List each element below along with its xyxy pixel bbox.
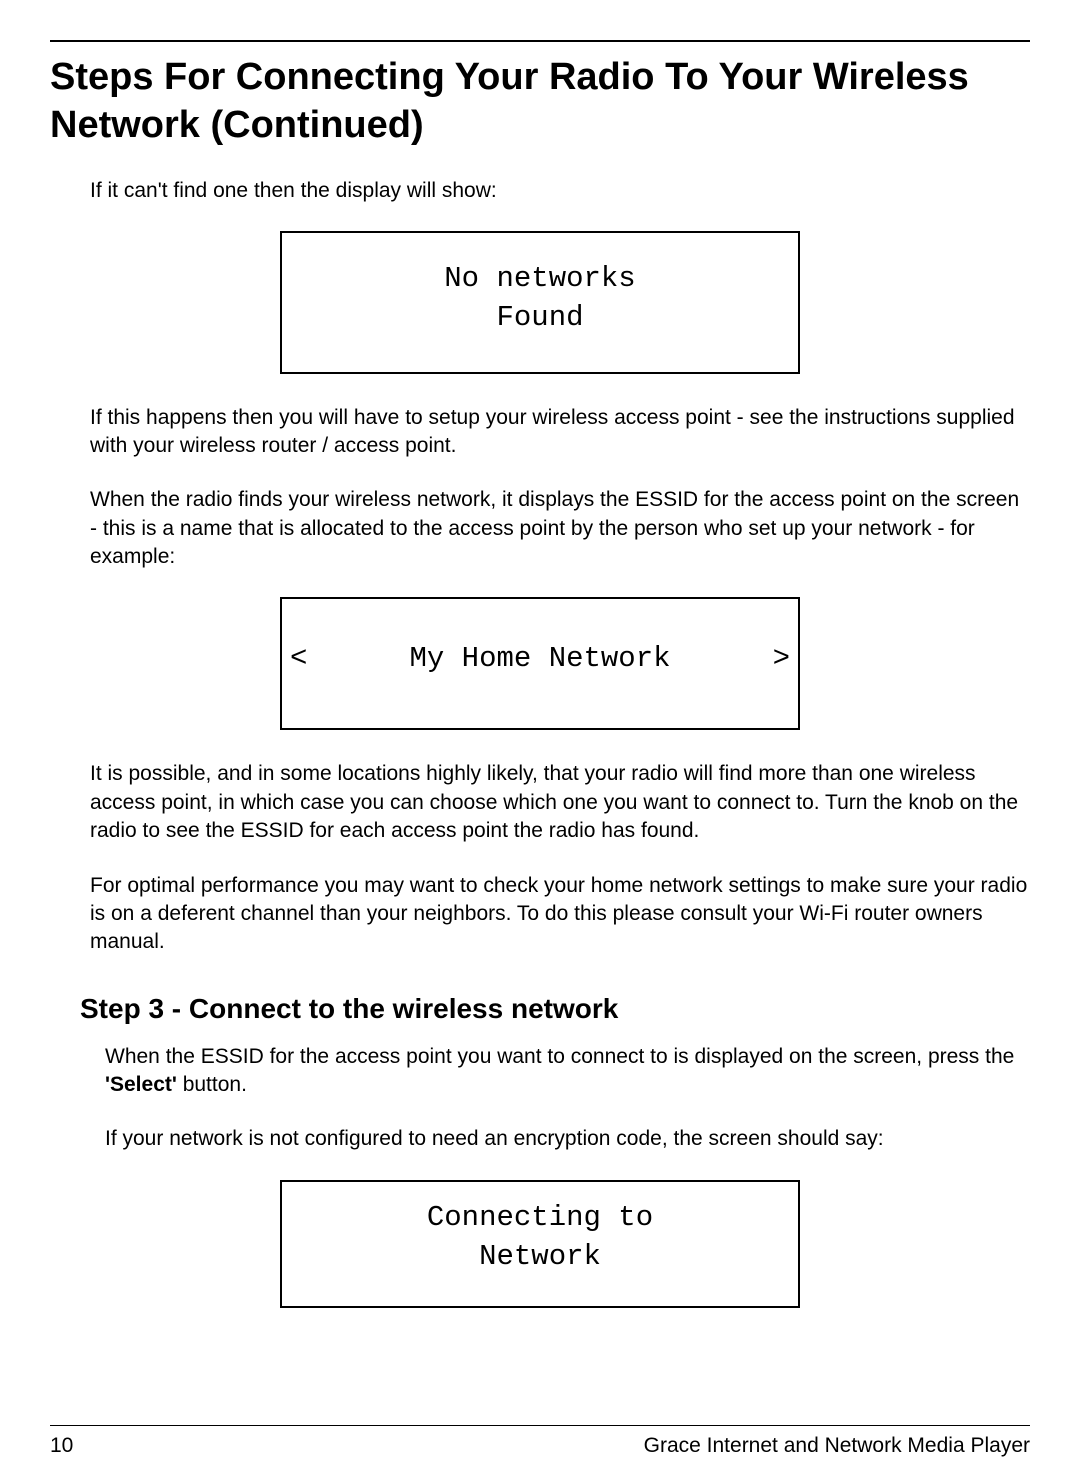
display-essid: < My Home Network > (280, 597, 800, 730)
display-no-networks: No networks Found (280, 231, 800, 373)
display-essid-text: My Home Network (307, 639, 772, 678)
paragraph-2: If this happens then you will have to se… (90, 404, 1030, 461)
display-line1: No networks (444, 262, 635, 295)
left-arrow-icon: < (290, 642, 307, 675)
para6b: button. (177, 1073, 247, 1096)
select-bold: 'Select' (105, 1073, 177, 1096)
paragraph-5: For optimal performance you may want to … (90, 872, 1030, 957)
page-number: 10 (50, 1434, 73, 1458)
para6a: When the ESSID for the access point you … (105, 1045, 1014, 1068)
paragraph-3: When the radio finds your wireless netwo… (90, 486, 1030, 571)
display-line1: Connecting to (427, 1201, 653, 1234)
display-text: Connecting to Network (290, 1198, 790, 1276)
paragraph-7: If your network is not configured to nee… (105, 1125, 1030, 1153)
paragraph-4: It is possible, and in some locations hi… (90, 760, 1030, 845)
main-title: Steps For Connecting Your Radio To Your … (50, 54, 1030, 149)
display-line2: Found (496, 301, 583, 334)
step3-heading: Step 3 - Connect to the wireless network (80, 993, 1030, 1025)
display-line2: Network (479, 1240, 601, 1273)
paragraph-1: If it can't find one then the display wi… (90, 177, 1030, 205)
top-rule (50, 40, 1030, 42)
display-text: No networks Found (290, 259, 790, 337)
bottom-rule (50, 1425, 1030, 1426)
right-arrow-icon: > (773, 642, 790, 675)
display-connecting: Connecting to Network (280, 1180, 800, 1308)
footer: 10 Grace Internet and Network Media Play… (50, 1434, 1030, 1458)
paragraph-6: When the ESSID for the access point you … (105, 1043, 1030, 1100)
footer-title: Grace Internet and Network Media Player (644, 1434, 1030, 1458)
